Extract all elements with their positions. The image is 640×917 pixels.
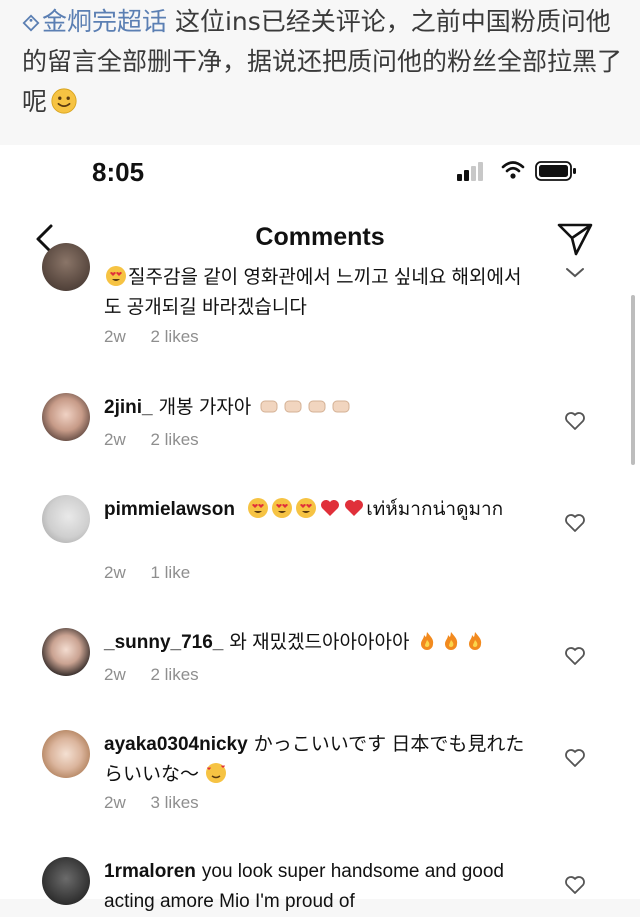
heart-eyes-emoji — [106, 266, 126, 286]
comment-text: ayaka0304nicky かっこいいです 日本でも見れたらいいな〜 — [104, 730, 534, 790]
comment-likes[interactable]: 1 like — [150, 563, 190, 582]
heart-icon[interactable] — [564, 875, 586, 895]
comment-time: 2w — [104, 430, 126, 449]
instagram-screen: 8:05 Comments 질주감을 같이 영화관에서 느끼고 싶네요 해외에서… — [0, 145, 640, 912]
comment-likes[interactable]: 3 likes — [150, 793, 198, 812]
comment-time: 2w — [104, 665, 126, 684]
status-time: 8:05 — [92, 157, 145, 187]
heart-icon[interactable] — [564, 748, 586, 768]
avatar[interactable] — [42, 243, 90, 291]
scrollbar[interactable] — [631, 295, 635, 465]
comment-likes[interactable]: 2 likes — [150, 327, 198, 346]
comment-meta: 2w 2 likes — [104, 430, 219, 450]
nav-bar: Comments — [0, 215, 640, 265]
avatar[interactable] — [42, 628, 90, 676]
fist-emoji — [260, 400, 278, 413]
heart-icon[interactable] — [564, 513, 586, 533]
avatar[interactable] — [42, 393, 90, 441]
fist-emoji — [308, 400, 326, 413]
comment-username[interactable]: 1rmaloren — [104, 861, 196, 882]
comment-meta: 2w 2 likes — [104, 327, 219, 347]
smile-emoji — [51, 88, 77, 114]
comment-username[interactable]: 2jini_ — [104, 397, 153, 418]
fire-emoji — [468, 632, 481, 650]
fist-emoji — [284, 400, 302, 413]
wifi-icon — [501, 161, 525, 179]
signal-icon — [457, 162, 483, 181]
red-heart-emoji — [345, 500, 364, 516]
topic-mention-link[interactable]: 金炯完超话 — [42, 7, 167, 36]
comment-body: 개봉 가자아 — [158, 397, 252, 418]
comment-username[interactable]: ayaka0304nicky — [104, 734, 248, 755]
comment-likes[interactable]: 2 likes — [150, 430, 198, 449]
red-heart-emoji — [321, 500, 340, 516]
heart-eyes-emoji — [248, 498, 269, 518]
smiling-hearts-emoji — [206, 763, 227, 783]
comment-text: 1rmaloren you look super handsome and goo… — [104, 857, 534, 917]
heart-icon[interactable] — [564, 646, 586, 666]
comment-username[interactable]: pimmielawson — [104, 499, 235, 520]
avatar[interactable] — [42, 857, 90, 905]
heart-eyes-emoji — [272, 498, 293, 518]
comment-time: 2w — [104, 793, 126, 812]
comment-body: เท่ห์มากน่าดูมาก — [366, 499, 504, 520]
send-icon[interactable] — [556, 221, 594, 257]
fire-emoji — [444, 632, 457, 650]
comment-likes[interactable]: 2 likes — [150, 665, 198, 684]
chevron-down-icon[interactable] — [564, 265, 586, 281]
comment-body: 와 재밌겠드아아아아아 — [229, 632, 410, 653]
comment-text: 2jini_ 개봉 가자아 — [104, 393, 534, 423]
tag-icon — [22, 14, 40, 32]
avatar[interactable] — [42, 730, 90, 778]
avatar[interactable] — [42, 495, 90, 543]
weibo-caption: 金炯完超话 这位ins已经关评论，之前中国粉质问他的留言全部删干净，据说还把质问… — [22, 2, 622, 122]
comment-time: 2w — [104, 327, 126, 346]
fire-emoji — [420, 632, 433, 650]
page-title: Comments — [255, 223, 385, 251]
comment-text: 질주감을 같이 영화관에서 느끼고 싶네요 해외에서도 공개되길 바라겠습니다 — [104, 263, 534, 323]
status-bar: 8:05 — [0, 145, 640, 205]
comment-meta: 2w 2 likes — [104, 665, 219, 685]
fist-emoji — [332, 400, 350, 413]
comment-meta: 2w 3 likes — [104, 793, 219, 813]
comment-meta: 2w 1 like — [104, 563, 210, 583]
heart-eyes-emoji — [296, 498, 317, 518]
comment-text: pimmielawson เท่ห์มากน่าดูมาก — [104, 495, 534, 525]
heart-icon[interactable] — [564, 411, 586, 431]
battery-icon — [535, 161, 576, 181]
comment-body: 질주감을 같이 영화관에서 느끼고 싶네요 해외에서도 공개되길 바라겠습니다 — [104, 267, 522, 318]
comment-time: 2w — [104, 563, 126, 582]
comment-text: _sunny_716_ 와 재밌겠드아아아아아 — [104, 628, 534, 658]
comment-username[interactable]: _sunny_716_ — [104, 632, 223, 653]
